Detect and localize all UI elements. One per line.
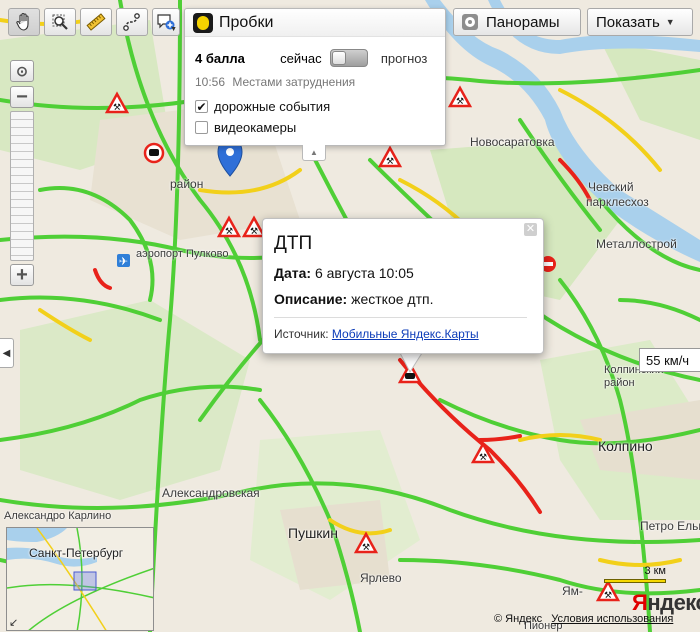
copyright-bar: © Яндекс Условия использования — [494, 613, 673, 625]
dropdown-arrow-icon: ▼ — [170, 26, 177, 33]
svg-text:⚒: ⚒ — [386, 157, 394, 167]
now-label[interactable]: сейчас — [280, 51, 322, 66]
svg-text:⚒: ⚒ — [250, 227, 258, 237]
hand-icon — [16, 12, 29, 31]
chevron-left-icon: ◀ — [2, 347, 11, 359]
map-label-rayon2: район — [604, 377, 635, 389]
chevron-up-icon: ▲ — [310, 148, 318, 157]
zoom-slider[interactable] — [10, 111, 34, 261]
logo-first-letter: Я — [632, 590, 648, 615]
popup-source-link[interactable]: Мобильные Яндекс.Карты — [332, 327, 479, 341]
traffic-score: 4 балла — [195, 51, 245, 66]
checkbox-checked-icon: ✔ — [195, 99, 208, 114]
map-label-kolpino: Колпино — [598, 438, 653, 454]
svg-text:⚒: ⚒ — [225, 227, 233, 237]
popup-desc-value: жесткое дтп. — [351, 291, 434, 307]
compass-icon: ⊙ — [16, 63, 28, 79]
traffic-status: Местами затруднения — [232, 75, 356, 89]
chevron-down-icon: ▼ — [665, 17, 675, 27]
map-label-selo: Петро Ельман — [640, 519, 700, 533]
minus-icon: − — [16, 86, 28, 108]
ruler-tool-button[interactable] — [80, 8, 112, 36]
panoramas-button[interactable]: Панорамы — [453, 8, 581, 36]
map-label-rayon: район — [170, 177, 204, 191]
traffic-time: 10:56 — [195, 75, 226, 89]
compass-button[interactable]: ⊙ — [10, 60, 34, 82]
traffic-panel-title: Пробки — [219, 13, 274, 31]
route-icon — [123, 13, 140, 31]
minimap-city-label: Санкт-Петербург — [29, 546, 124, 560]
checkbox-empty-icon — [195, 121, 208, 134]
popup-desc-label: Описание: — [274, 291, 348, 307]
map-label-aeroport: аэропорт Пулково — [136, 248, 229, 260]
panoramas-label: Панорамы — [486, 13, 560, 31]
forecast-label[interactable]: прогноз — [381, 51, 427, 66]
cameras-label: видеокамеры — [214, 120, 297, 135]
popup-source-label: Источник: — [274, 327, 329, 341]
sidebar-toggle-button[interactable]: ◀ — [0, 338, 14, 368]
copyright-text: © Яндекс — [494, 613, 543, 625]
popup-date-row: Дата: 6 августа 10:05 — [274, 265, 414, 281]
map-label-aleksandrovskaya: Александровская — [162, 486, 260, 500]
popup-date-value: 6 августа 10:05 — [314, 265, 414, 281]
pan-tool-button[interactable] — [8, 8, 40, 36]
now-forecast-toggle[interactable] — [330, 49, 368, 67]
svg-text:⚒: ⚒ — [456, 97, 464, 107]
traffic-status-row: 10:56 Местами затруднения — [195, 75, 355, 89]
logo-rest: ндекс — [647, 590, 700, 615]
panorama-icon — [462, 14, 478, 30]
overview-minimap[interactable]: Санкт-Петербург ↙ — [6, 527, 154, 631]
svg-text:✈: ✈ — [119, 255, 128, 268]
terms-link[interactable]: Условия использования — [551, 613, 673, 625]
popup-desc-row: Описание: жесткое дтп. — [274, 291, 433, 307]
traffic-light-icon — [193, 12, 213, 33]
svg-text:⚒: ⚒ — [479, 453, 487, 463]
road-events-checkbox[interactable]: ✔ дорожные события — [195, 99, 330, 114]
ruler-icon — [86, 13, 106, 31]
map-label-metallostroy: Металлострой — [596, 237, 677, 251]
traffic-panel-header[interactable]: Пробки — [185, 9, 445, 37]
popup-divider — [274, 317, 527, 318]
minimap-layer — [7, 528, 153, 630]
map-scale: 3 км — [604, 565, 666, 585]
magnifier-tool-button[interactable] — [44, 8, 76, 36]
magnifier-icon — [52, 14, 68, 30]
feedback-tool-button[interactable]: ▼ — [152, 8, 180, 36]
map-label-novosaratovka: Новосаратовка — [470, 135, 555, 149]
map-label-ym: Ям- — [562, 584, 583, 598]
traffic-panel: Пробки 4 балла сейчас прогноз 10:56 Мест… — [184, 8, 446, 146]
scale-bar — [604, 579, 666, 583]
speed-badge: 55 км/ч — [639, 348, 700, 372]
show-dropdown-button[interactable]: Показать ▼ — [587, 8, 693, 36]
map-label-chevsky: Чевский — [588, 180, 634, 194]
airport-icon: ✈ — [117, 254, 130, 268]
svg-text:⚒: ⚒ — [362, 543, 370, 553]
popup-date-label: Дата: — [274, 265, 312, 281]
popup-title: ДТП — [274, 233, 313, 254]
svg-text:⚒: ⚒ — [113, 103, 121, 113]
close-icon[interactable]: ✕ — [524, 223, 537, 236]
show-label: Показать — [596, 13, 660, 31]
map-label-karlino: Александро Карлино — [4, 510, 112, 522]
svg-text:⚒: ⚒ — [604, 591, 612, 601]
popup-source-row: Источник: Мобильные Яндекс.Карты — [274, 327, 479, 341]
route-tool-button[interactable] — [116, 8, 148, 36]
zoom-out-button[interactable]: − — [10, 86, 34, 108]
zoom-in-button[interactable]: + — [10, 264, 34, 286]
plus-icon: + — [16, 264, 28, 286]
cameras-checkbox[interactable]: видеокамеры — [195, 120, 296, 135]
road-events-label: дорожные события — [214, 99, 331, 114]
collapse-panel-button[interactable]: ▲ — [302, 145, 326, 161]
map-label-pushkin: Пушкин — [288, 525, 338, 541]
traffic-score-row: 4 балла сейчас прогноз — [195, 51, 427, 66]
map-label-parklesxoz: парклесхоз — [586, 195, 649, 209]
minimap-resize-icon[interactable]: ↙ — [9, 616, 18, 629]
incident-popup: ✕ ДТП Дата: 6 августа 10:05 Описание: же… — [262, 218, 544, 354]
accident-icon[interactable] — [143, 142, 165, 164]
map-label-yarlevo: Ярлево — [360, 571, 402, 585]
zoom-control: ⊙ − + — [10, 60, 34, 286]
scale-label: 3 км — [644, 565, 666, 577]
